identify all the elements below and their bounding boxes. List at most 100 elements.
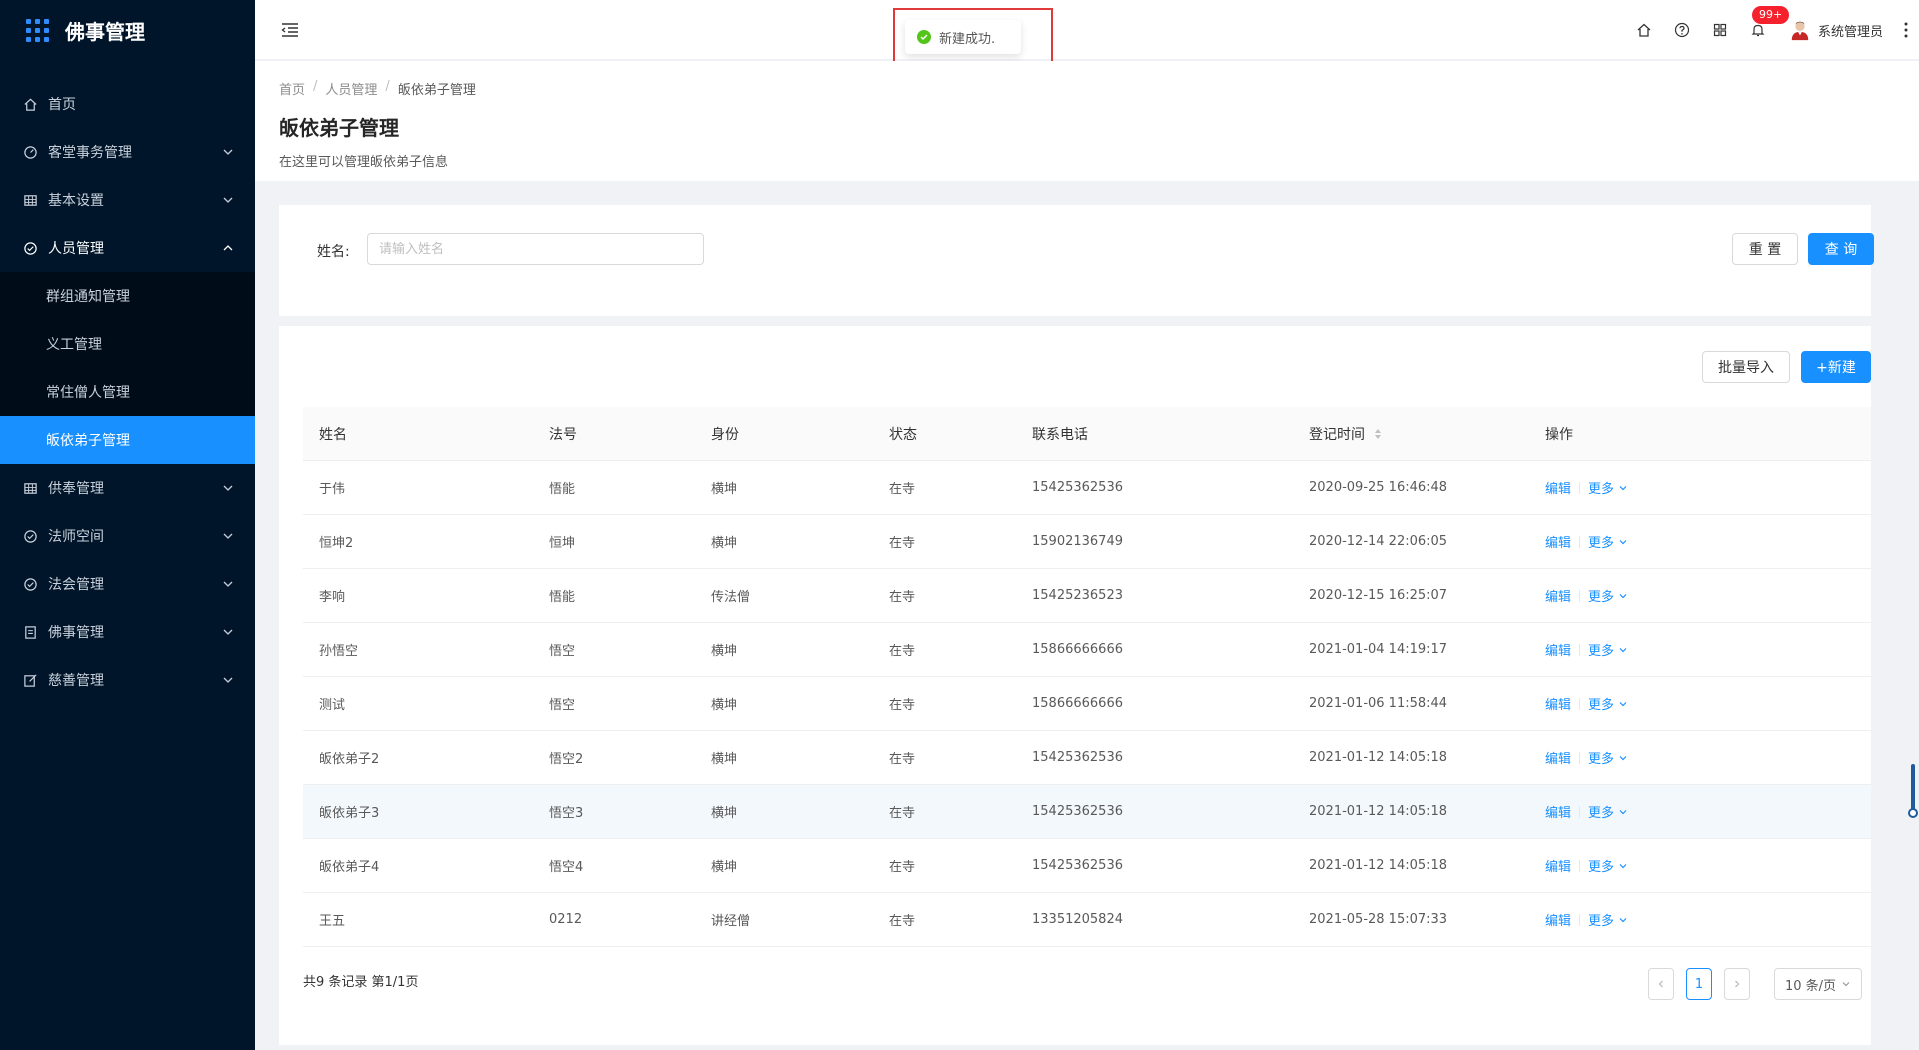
cell-name: 李响 <box>319 590 346 605</box>
cell-register-time: 2020-12-15 16:25:07 <box>1309 588 1448 603</box>
cell-actions: 编辑 更多 <box>1529 910 1871 929</box>
notification-bell[interactable]: 99+ <box>1748 6 1790 40</box>
more-dropdown[interactable]: 更多 <box>1588 856 1628 875</box>
edit-link[interactable]: 编辑 <box>1545 694 1571 713</box>
column-header-identity: 身份 <box>711 426 739 443</box>
query-button[interactable]: 查 询 <box>1808 233 1874 265</box>
action-divider <box>1579 913 1581 926</box>
bell-icon <box>1751 24 1765 37</box>
sidebar-item-dharma-assembly[interactable]: 法会管理 <box>0 560 255 608</box>
cell-name: 皈依弟子4 <box>319 860 380 875</box>
more-vertical-icon[interactable] <box>1899 20 1913 40</box>
batch-import-button[interactable]: 批量导入 <box>1702 351 1790 383</box>
cell-phone: 15425236523 <box>1032 588 1123 603</box>
logo[interactable]: 佛事管理 <box>0 0 255 60</box>
sidebar-item-label: 人员管理 <box>48 241 104 257</box>
new-button[interactable]: +新建 <box>1801 351 1871 383</box>
edit-link[interactable]: 编辑 <box>1545 748 1571 767</box>
search-panel: 姓名: 重 置 查 询 <box>279 205 1874 316</box>
cell-register-time: 2021-01-12 14:05:18 <box>1309 858 1448 873</box>
more-dropdown[interactable]: 更多 <box>1588 802 1628 821</box>
chevron-down-icon <box>1619 593 1627 598</box>
sidebar-item-offerings[interactable]: 供奉管理 <box>0 464 255 512</box>
cell-status: 在寺 <box>889 860 916 875</box>
scrollbar-handle[interactable] <box>1908 808 1918 818</box>
cell-status: 在寺 <box>889 644 916 659</box>
sidebar-item-charity[interactable]: 慈善管理 <box>0 656 255 704</box>
page-size-select[interactable]: 10 条/页 <box>1774 968 1862 1000</box>
more-dropdown[interactable]: 更多 <box>1588 586 1628 605</box>
cell-actions: 编辑 更多 <box>1529 478 1871 497</box>
cell-register-time: 2021-01-06 11:58:44 <box>1309 696 1448 711</box>
edit-link[interactable]: 编辑 <box>1545 856 1571 875</box>
sidebar-item-volunteers[interactable]: 义工管理 <box>0 320 255 368</box>
more-dropdown[interactable]: 更多 <box>1588 748 1628 767</box>
sidebar-item-label: 法师空间 <box>48 529 104 545</box>
sidebar-item-label: 佛事管理 <box>48 625 104 641</box>
sidebar-item-disciples[interactable]: 皈依弟子管理 <box>0 416 255 464</box>
sidebar-item-reception[interactable]: 客堂事务管理 <box>0 128 255 176</box>
table-icon <box>22 480 38 496</box>
cell-actions: 编辑 更多 <box>1529 856 1871 875</box>
sidebar-item-group-notice[interactable]: 群组通知管理 <box>0 272 255 320</box>
more-dropdown[interactable]: 更多 <box>1588 694 1628 713</box>
more-dropdown[interactable]: 更多 <box>1588 478 1628 497</box>
prev-page-button[interactable] <box>1648 968 1674 1000</box>
cell-identity: 横坤 <box>711 698 738 713</box>
user-name[interactable]: 系统管理员 <box>1818 21 1883 40</box>
breadcrumb-home[interactable]: 首页 <box>279 79 305 98</box>
breadcrumb-personnel[interactable]: 人员管理 <box>325 79 377 98</box>
app-grid-icon <box>26 18 49 42</box>
edit-link[interactable]: 编辑 <box>1545 640 1571 659</box>
page-number-button[interactable]: 1 <box>1686 968 1712 1000</box>
edit-link[interactable]: 编辑 <box>1545 586 1571 605</box>
cell-name: 于伟 <box>319 482 346 497</box>
sidebar-item-basic-settings[interactable]: 基本设置 <box>0 176 255 224</box>
cell-name: 测试 <box>319 698 346 713</box>
cell-name: 皈依弟子2 <box>319 752 380 767</box>
sidebar-item-buddhist-affairs[interactable]: 佛事管理 <box>0 608 255 656</box>
cell-actions: 编辑 更多 <box>1529 532 1871 551</box>
check-circle-icon <box>22 528 38 544</box>
sort-icon[interactable] <box>1373 428 1383 440</box>
help-icon[interactable] <box>1672 20 1692 40</box>
cell-name: 恒坤2 <box>319 536 354 551</box>
sidebar-menu: 首页 客堂事务管理 基本设置 人员管理 群组通知管理 义工管理 常住僧人管理 皈… <box>0 80 255 704</box>
sidebar-item-master-space[interactable]: 法师空间 <box>0 512 255 560</box>
menu-fold-icon[interactable] <box>280 20 300 40</box>
edit-link[interactable]: 编辑 <box>1545 532 1571 551</box>
home-icon[interactable] <box>1634 20 1654 40</box>
action-divider <box>1579 751 1581 764</box>
edit-link[interactable]: 编辑 <box>1545 478 1571 497</box>
edit-link[interactable]: 编辑 <box>1545 910 1571 929</box>
next-page-button[interactable] <box>1724 968 1750 1000</box>
table-row: 皈依弟子3 悟空3 横坤 在寺 15425362536 2021-01-12 14:05:… <box>303 785 1871 839</box>
more-label: 更多 <box>1588 536 1615 551</box>
more-label: 更多 <box>1588 698 1615 713</box>
name-label: 姓名: <box>317 244 350 260</box>
reset-button[interactable]: 重 置 <box>1732 233 1798 265</box>
name-search-input[interactable] <box>367 233 704 265</box>
edit-link[interactable]: 编辑 <box>1545 802 1571 821</box>
more-dropdown[interactable]: 更多 <box>1588 910 1628 929</box>
cell-register-time: 2020-12-14 22:06:05 <box>1309 534 1448 549</box>
sidebar-item-home[interactable]: 首页 <box>0 80 255 128</box>
sidebar-item-resident-monks[interactable]: 常住僧人管理 <box>0 368 255 416</box>
sidebar-item-label: 皈依弟子管理 <box>46 433 130 449</box>
cell-dharma-name: 悟空 <box>549 698 576 713</box>
apps-icon[interactable] <box>1710 20 1730 40</box>
sidebar-item-label: 客堂事务管理 <box>48 145 132 161</box>
cell-register-time: 2021-01-12 14:05:18 <box>1309 750 1448 765</box>
avatar[interactable] <box>1787 18 1812 42</box>
more-dropdown[interactable]: 更多 <box>1588 532 1628 551</box>
action-divider <box>1579 697 1581 710</box>
dashboard-icon <box>22 144 38 160</box>
app-title: 佛事管理 <box>65 19 145 44</box>
cell-identity: 讲经僧 <box>711 914 751 929</box>
table-row: 于伟 悟能 横坤 在寺 15425362536 2020-09-25 16:46:48 编辑… <box>303 461 1871 515</box>
cell-identity: 传法僧 <box>711 590 751 605</box>
sidebar-item-personnel[interactable]: 人员管理 <box>0 224 255 272</box>
column-header-register-time[interactable]: 登记时间 <box>1293 424 1529 444</box>
more-dropdown[interactable]: 更多 <box>1588 640 1628 659</box>
sidebar-item-label: 法会管理 <box>48 577 104 593</box>
